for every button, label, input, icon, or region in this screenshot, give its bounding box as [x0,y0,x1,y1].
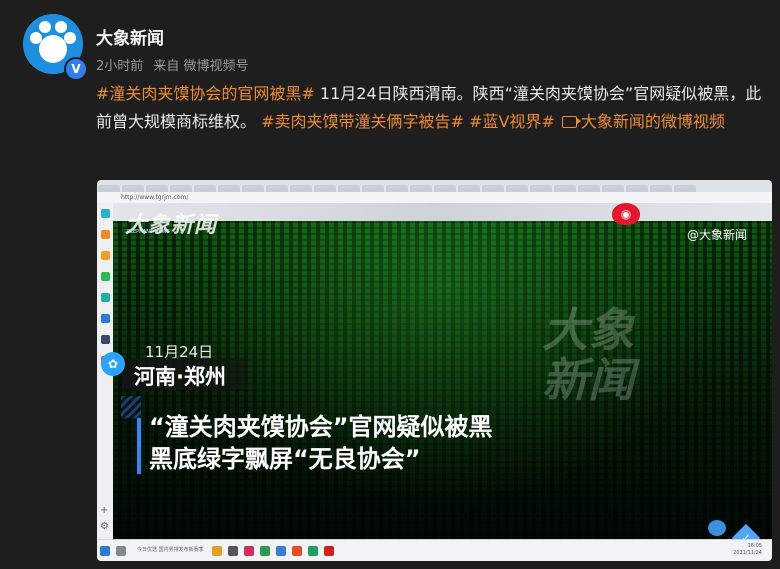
browser-tab-strip [97,180,772,193]
headline-accent-bar [137,418,141,474]
video-headline: “潼关肉夹馍协会”官网疑似被黑 黑底绿字飘屏“无良协会” [149,411,493,475]
post-source[interactable]: 来自 微博视频号 [153,59,248,74]
post-body: #潼关肉夹馍协会的官网被黑# 11月24日陕西渭南。陕西“潼关肉夹馍协会”官网疑… [96,80,766,136]
watermark-logo-sub: ELEPHANT NEWS [127,229,170,235]
taskbar-clock: 16:05 2021/11/24 [733,543,762,557]
browser-address-bar: http://www.tgrjm.com/ [97,192,772,203]
hashtag-link[interactable]: #潼关肉夹馍协会的官网被黑# [96,84,315,103]
post-meta: 2小时前 来自 微博视频号 [96,55,255,74]
video-link[interactable]: 大象新闻的微博视频 [581,112,725,131]
sidebar-plus-icon: + ⚙ [100,505,109,532]
center-watermark: 大象 新闻 [542,303,634,407]
windows-taskbar: 今日优选 国内男排发布新赛季 16:05 2021/11/24 [97,539,772,561]
floating-ball-icon [708,520,726,536]
post-time: 2小时前 [96,59,144,74]
headline-line-1: “潼关肉夹馍协会”官网疑似被黑 [149,413,493,441]
headline-line-2: 黑底绿字飘屏“无良协会” [149,445,421,473]
clock-date: 2021/11/24 [733,550,762,556]
video-icon [561,116,581,128]
clock-time: 16:05 [747,543,762,549]
weibo-handle: @大象新闻 [687,228,748,242]
decorative-stripes [121,396,141,418]
hashtag-link[interactable]: #卖肉夹馍带潼关俩字被告# [261,112,464,131]
taskbar-news: 今日优选 国内男排发布新赛季 [137,547,204,553]
video-location: 河南·郑州 [134,365,226,389]
hashtag-link[interactable]: #蓝V视界# [469,112,555,131]
author-name[interactable]: 大象新闻 [96,24,164,49]
verified-badge-icon: V [64,57,88,81]
location-pin-icon: ✿ [101,352,125,376]
video-player[interactable]: http://www.tgrjm.com/ + ⚙ 大象新闻 ELEPHANT N… [97,180,772,561]
weibo-logo-icon: ◉ [612,203,640,225]
